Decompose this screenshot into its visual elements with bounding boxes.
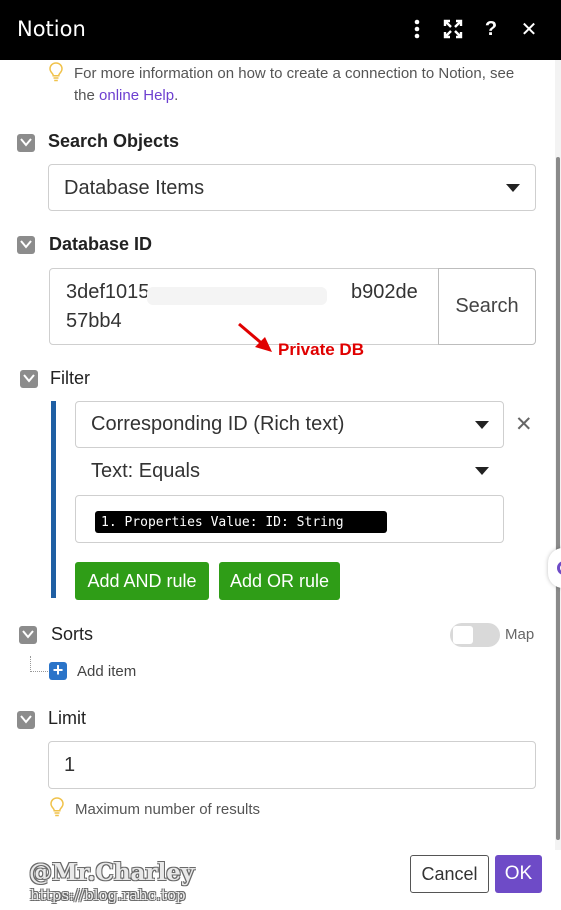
limit-input[interactable]: 1 xyxy=(48,741,536,789)
database-id-line2: 57bb4 xyxy=(66,310,122,332)
filter-operator-value: Text: Equals xyxy=(91,460,200,482)
sorts-checkbox[interactable] xyxy=(19,626,37,644)
filter-operator-select[interactable]: Text: Equals xyxy=(75,454,504,488)
limit-checkbox[interactable] xyxy=(17,711,35,729)
limit-value: 1 xyxy=(64,754,76,776)
lightbulb-icon xyxy=(50,797,64,817)
chevron-down-icon xyxy=(506,184,520,192)
tree-connector xyxy=(30,656,48,672)
filter-label: Filter xyxy=(50,368,90,388)
modal-titlebar: Notion ? ✕ xyxy=(0,0,561,60)
chevron-down-icon xyxy=(475,421,489,429)
red-arrow-icon xyxy=(238,322,272,352)
database-id-line1-end: b902de xyxy=(351,281,418,303)
database-id-line1-start: 3def1015 xyxy=(66,281,150,303)
search-objects-value: Database Items xyxy=(64,177,205,199)
scrollbar-thumb[interactable] xyxy=(556,157,560,840)
modal-title: Notion xyxy=(17,17,86,41)
watermark-name: @Mr.Charley xyxy=(29,859,195,886)
remove-condition-icon[interactable]: ✕ xyxy=(515,412,533,437)
help-icon[interactable]: ? xyxy=(478,16,504,42)
filter-checkbox[interactable] xyxy=(20,370,38,388)
filter-field-select[interactable]: Corresponding ID (Rich text) xyxy=(75,401,504,448)
plus-icon[interactable]: + xyxy=(49,661,67,680)
search-objects-select[interactable]: Database Items xyxy=(48,164,536,211)
map-label: Map xyxy=(505,626,535,643)
help-bubble-icon xyxy=(557,561,561,575)
search-objects-checkbox[interactable] xyxy=(17,134,35,152)
redaction-blur xyxy=(147,287,327,305)
map-toggle[interactable] xyxy=(450,623,500,647)
sorts-label: Sorts xyxy=(51,624,94,644)
private-db-annotation: Private DB xyxy=(278,340,364,359)
toggle-knob xyxy=(453,626,473,644)
chevron-down-icon xyxy=(475,467,489,475)
search-button[interactable]: Search xyxy=(438,268,536,345)
online-help-link[interactable]: online Help xyxy=(99,87,174,104)
add-item-link[interactable]: Add item xyxy=(77,663,136,680)
filter-field-value: Corresponding ID (Rich text) xyxy=(91,413,345,435)
more-vertical-icon[interactable] xyxy=(404,16,430,42)
search-objects-label: Search Objects xyxy=(48,131,180,151)
lightbulb-icon xyxy=(49,62,63,82)
database-id-label: Database ID xyxy=(49,234,153,254)
watermark-url: https://blog.rahc.top xyxy=(30,886,186,904)
ok-button[interactable]: OK xyxy=(495,855,542,893)
connection-hint: For more information on how to create a … xyxy=(74,63,534,107)
add-or-rule-button[interactable]: Add OR rule xyxy=(219,562,340,600)
database-id-checkbox[interactable] xyxy=(17,236,35,254)
limit-hint: Maximum number of results xyxy=(75,801,261,818)
expand-icon[interactable] xyxy=(440,16,466,42)
mapped-value-chip[interactable]: 1. Properties Value: ID: String xyxy=(95,511,387,533)
connection-hint-end: . xyxy=(174,87,179,104)
limit-label: Limit xyxy=(48,708,87,728)
cancel-button[interactable]: Cancel xyxy=(410,855,489,893)
filter-group-bar xyxy=(51,401,56,598)
close-icon[interactable]: ✕ xyxy=(516,16,542,42)
side-help-bubble[interactable] xyxy=(548,548,561,588)
add-and-rule-button[interactable]: Add AND rule xyxy=(75,562,209,600)
